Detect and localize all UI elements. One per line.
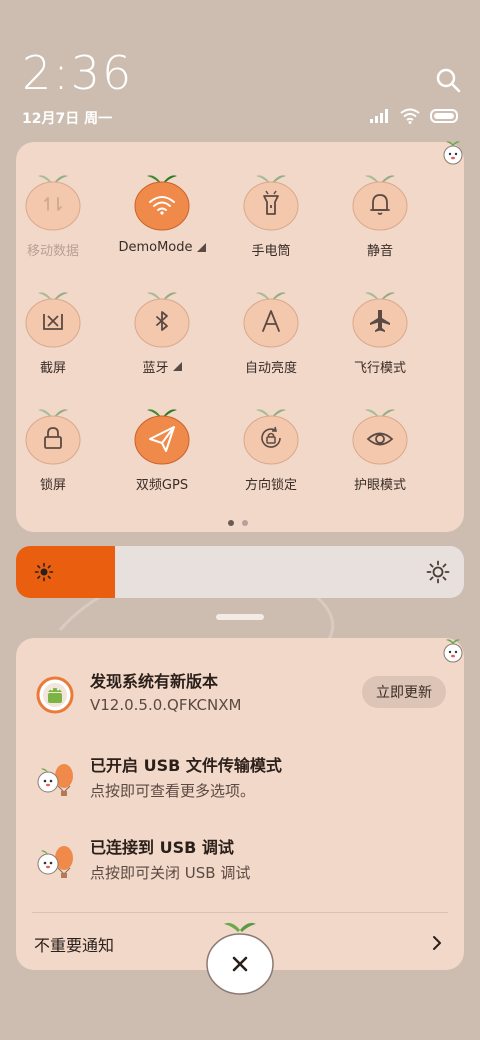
sun-small-icon [34, 562, 54, 582]
brightness-slider[interactable] [16, 546, 464, 598]
sun-large-icon [426, 560, 450, 584]
tile-bluetooth[interactable]: 蓝牙 [107, 285, 217, 395]
update-now-button[interactable]: 立即更新 [362, 676, 446, 708]
quick-settings-panel: 移动数据 DemoMode 手电筒 静音截屏 蓝牙 自动亮度 飞行模式锁屏 双频GPS 方向锁定… [16, 141, 464, 532]
expand-arrow-icon[interactable] [172, 362, 182, 371]
usb-mascot-icon [37, 846, 73, 878]
auto-brightness-icon [242, 285, 300, 351]
tile-label: 护眼模式 [353, 478, 406, 493]
bluetooth-icon [133, 285, 191, 351]
tile-flashlight[interactable]: 手电筒 [216, 168, 326, 278]
tile-label: 蓝牙 [142, 357, 182, 376]
notification-title: 已开启 USB 文件传输模式 [90, 756, 282, 775]
tile-label: 双频GPS [135, 478, 189, 493]
notification-subtitle: V12.0.5.0.QFKCNXM [90, 696, 242, 714]
eye-icon [351, 402, 409, 468]
notification-title: 已连接到 USB 调试 [90, 838, 234, 857]
tile-mobile-data[interactable]: 移动数据 [0, 168, 108, 278]
tile-label-text: DemoMode [118, 240, 193, 255]
clock: 2:36 [22, 46, 134, 100]
tile-label: 移动数据 [26, 244, 79, 259]
tile-label: 截屏 [39, 361, 66, 376]
tile-airplane[interactable]: 飞行模式 [325, 285, 435, 395]
tile-label: 锁屏 [39, 478, 66, 493]
brightness-fill [16, 546, 115, 598]
flashlight-icon [242, 168, 300, 234]
screenshot-icon [24, 285, 82, 351]
android-update-icon [36, 676, 74, 714]
tile-label: 飞行模式 [353, 361, 406, 376]
notification-subtitle: 点按即可查看更多选项。 [90, 782, 256, 800]
airplane-icon [351, 285, 409, 351]
tile-bell[interactable]: 静音 [325, 168, 435, 278]
signal-icon [370, 109, 388, 123]
date: 12月7日 周一 [22, 111, 113, 127]
tile-lock[interactable]: 锁屏 [0, 402, 108, 512]
chevron-right-icon[interactable] [430, 934, 444, 952]
drag-handle[interactable] [216, 614, 264, 620]
wifi-icon [400, 108, 420, 124]
tile-label: 静音 [366, 244, 393, 259]
mascot-icon [443, 639, 463, 663]
notification-system-update[interactable]: 发现系统有新版本 V12.0.5.0.QFKCNXM 立即更新 [16, 668, 464, 738]
tile-label: 自动亮度 [244, 361, 297, 376]
search-icon[interactable] [434, 66, 462, 94]
status-icons [370, 108, 460, 124]
tile-gps[interactable]: 双频GPS [107, 402, 217, 512]
usb-mascot-icon [37, 764, 73, 796]
notification-subtitle: 点按即可关闭 USB 调试 [90, 864, 251, 882]
tile-rotation-lock[interactable]: 方向锁定 [216, 402, 326, 512]
wifi-icon [133, 168, 191, 234]
page-dot-1 [228, 520, 234, 526]
notification-title: 发现系统有新版本 [90, 672, 219, 691]
battery-icon [430, 109, 458, 123]
bell-icon [351, 168, 409, 234]
tile-label: 方向锁定 [244, 478, 297, 493]
clear-all-button[interactable] [206, 918, 274, 996]
tile-label: 手电筒 [251, 244, 291, 259]
lock-icon [24, 402, 82, 468]
page-dot-2 [242, 520, 248, 526]
rotation-lock-icon [242, 402, 300, 468]
quick-settings-grid: 移动数据 DemoMode 手电筒 静音截屏 蓝牙 自动亮度 飞行模式锁屏 双频GPS 方向锁定… [16, 142, 464, 522]
tile-eye[interactable]: 护眼模式 [325, 402, 435, 512]
notification-usb-transfer[interactable]: 已开启 USB 文件传输模式 点按即可查看更多选项。 [16, 752, 464, 822]
tile-auto-brightness[interactable]: 自动亮度 [216, 285, 326, 395]
gps-icon [133, 402, 191, 468]
tile-label-text: 蓝牙 [142, 361, 169, 376]
tile-label: DemoMode [118, 240, 206, 255]
mobile-data-icon [24, 168, 82, 234]
tile-wifi[interactable]: DemoMode [107, 168, 217, 278]
notification-usb-debugging[interactable]: 已连接到 USB 调试 点按即可关闭 USB 调试 [16, 834, 464, 904]
tile-screenshot[interactable]: 截屏 [0, 285, 108, 395]
expand-arrow-icon[interactable] [196, 243, 206, 252]
page-indicator [228, 520, 248, 526]
divider [32, 912, 448, 913]
unimportant-notifications-link[interactable]: 不重要通知 [34, 932, 114, 956]
